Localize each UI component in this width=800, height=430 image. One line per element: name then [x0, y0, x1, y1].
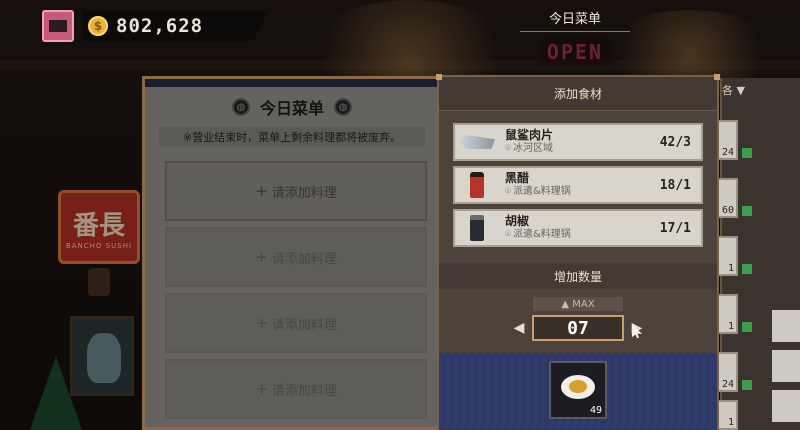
menu-slot-label: 请添加料理: [271, 383, 337, 399]
recipe-slot-count: 1: [727, 263, 734, 274]
coin-icon: $: [88, 16, 108, 36]
ingredient-count: 42/3: [659, 134, 691, 150]
dish-count: 49: [589, 405, 602, 416]
bowl-icon: ◍: [334, 98, 352, 116]
recipe-slot-count: 1: [727, 417, 734, 428]
ingredient-location: 派遣&料理锅: [513, 186, 571, 197]
ingredient-name: 胡椒: [505, 214, 530, 228]
ingredient-name: 黑醋: [505, 171, 530, 185]
menu-slot-label: 请添加料理: [271, 185, 337, 201]
top-menu-title: 今日菜单: [520, 8, 630, 32]
menu-slot-label: 请添加料理: [271, 317, 337, 333]
ingredient-name: 鼠鲨肉片: [505, 128, 554, 142]
ingredient-item[interactable]: 胡椒 ⌾ 派遣&料理锅 17/1: [453, 209, 703, 247]
plus-icon: +: [255, 182, 268, 200]
quantity-value[interactable]: 07: [532, 315, 624, 341]
location-pin-icon: ⌾: [505, 229, 511, 240]
top-center-hud: 今日菜单 OPEN: [520, 8, 630, 66]
dish-card[interactable]: 49: [549, 361, 607, 419]
ingredient-location: 派遣&料理锅: [513, 229, 571, 240]
recipe-slot-count: 24: [721, 147, 734, 158]
menu-topbar: [145, 79, 439, 87]
menu-slot[interactable]: + 请添加料理: [165, 293, 427, 353]
menu-slot-label: 请添加料理: [271, 251, 337, 267]
menu-slot[interactable]: + 请添加料理: [165, 227, 427, 287]
status-dot: [742, 380, 752, 390]
top-left-hud: $ 802,628: [42, 10, 268, 42]
pepper-jar-icon: [457, 212, 497, 244]
max-button[interactable]: ▲ MAX: [533, 297, 623, 311]
dish-thumbnail[interactable]: [772, 390, 800, 422]
coin-value: 802,628: [116, 15, 204, 37]
plus-icon: +: [255, 248, 268, 266]
menu-heading: 今日菜单: [259, 99, 324, 118]
ingredient-item[interactable]: 黑醋 ⌾ 派遣&料理锅 18/1: [453, 166, 703, 204]
recipe-slot-count: 60: [721, 205, 734, 216]
dish-preview-area: 49: [439, 353, 717, 430]
recipe-slot-count: 24: [721, 379, 734, 390]
menu-slot[interactable]: + 请添加料理: [165, 359, 427, 419]
menu-notice: ※营业结束时，菜单上剩余料理都将被废弃。: [159, 127, 425, 147]
menu-header: ◍ 今日菜单 ◍: [145, 87, 439, 127]
recipe-list-tab[interactable]: 各 ▼: [722, 80, 758, 100]
location-pin-icon: ⌾: [505, 143, 511, 154]
bowl-icon: ◍: [231, 98, 250, 116]
recipe-slot-count: 1: [727, 321, 734, 332]
ingredient-location: 冰河区域: [513, 143, 553, 154]
panel-corner: [714, 74, 720, 80]
ingredient-list: 鼠鲨肉片 ⌾ 冰河区域 42/3 黑醋 ⌾ 派遣&料理锅 18/1 胡椒 ⌾ 派遣&料…: [439, 111, 717, 247]
dish-thumbnail[interactable]: [772, 310, 800, 342]
shark-fillet-icon: [457, 126, 497, 158]
store-icon[interactable]: [42, 10, 74, 42]
status-dot: [742, 148, 752, 158]
dish-thumbnail[interactable]: [772, 350, 800, 382]
menu-slot[interactable]: + 请添加料理: [165, 161, 427, 221]
location-pin-icon: ⌾: [505, 186, 511, 197]
plus-icon: +: [255, 314, 268, 332]
plated-dish-icon: [561, 375, 595, 399]
plus-icon: +: [255, 380, 268, 398]
ingredient-count: 17/1: [659, 220, 691, 236]
status-dot: [742, 206, 752, 216]
status-dot: [742, 264, 752, 274]
quantity-header: 增加数量: [439, 263, 717, 289]
add-ingredients-panel: 添加食材 鼠鲨肉片 ⌾ 冰河区域 42/3 黑醋 ⌾ 派遣&料理锅 18/1 胡椒 …: [436, 74, 720, 430]
quantity-stepper: ◀ 07 ▶: [439, 315, 717, 341]
decrease-arrow-icon[interactable]: ◀: [512, 320, 526, 336]
panel-corner: [436, 74, 442, 80]
coin-counter: $ 802,628: [82, 11, 268, 41]
open-sign: OPEN: [538, 38, 612, 66]
ingredient-count: 18/1: [659, 177, 691, 193]
status-dot: [742, 322, 752, 332]
vinegar-bottle-icon: [457, 169, 497, 201]
ingredient-item[interactable]: 鼠鲨肉片 ⌾ 冰河区域 42/3: [453, 123, 703, 161]
ingredients-header: 添加食材: [439, 77, 717, 111]
todays-menu-panel: ◍ 今日菜单 ◍ ※营业结束时，菜单上剩余料理都将被废弃。 + 请添加料理 + …: [142, 76, 442, 430]
